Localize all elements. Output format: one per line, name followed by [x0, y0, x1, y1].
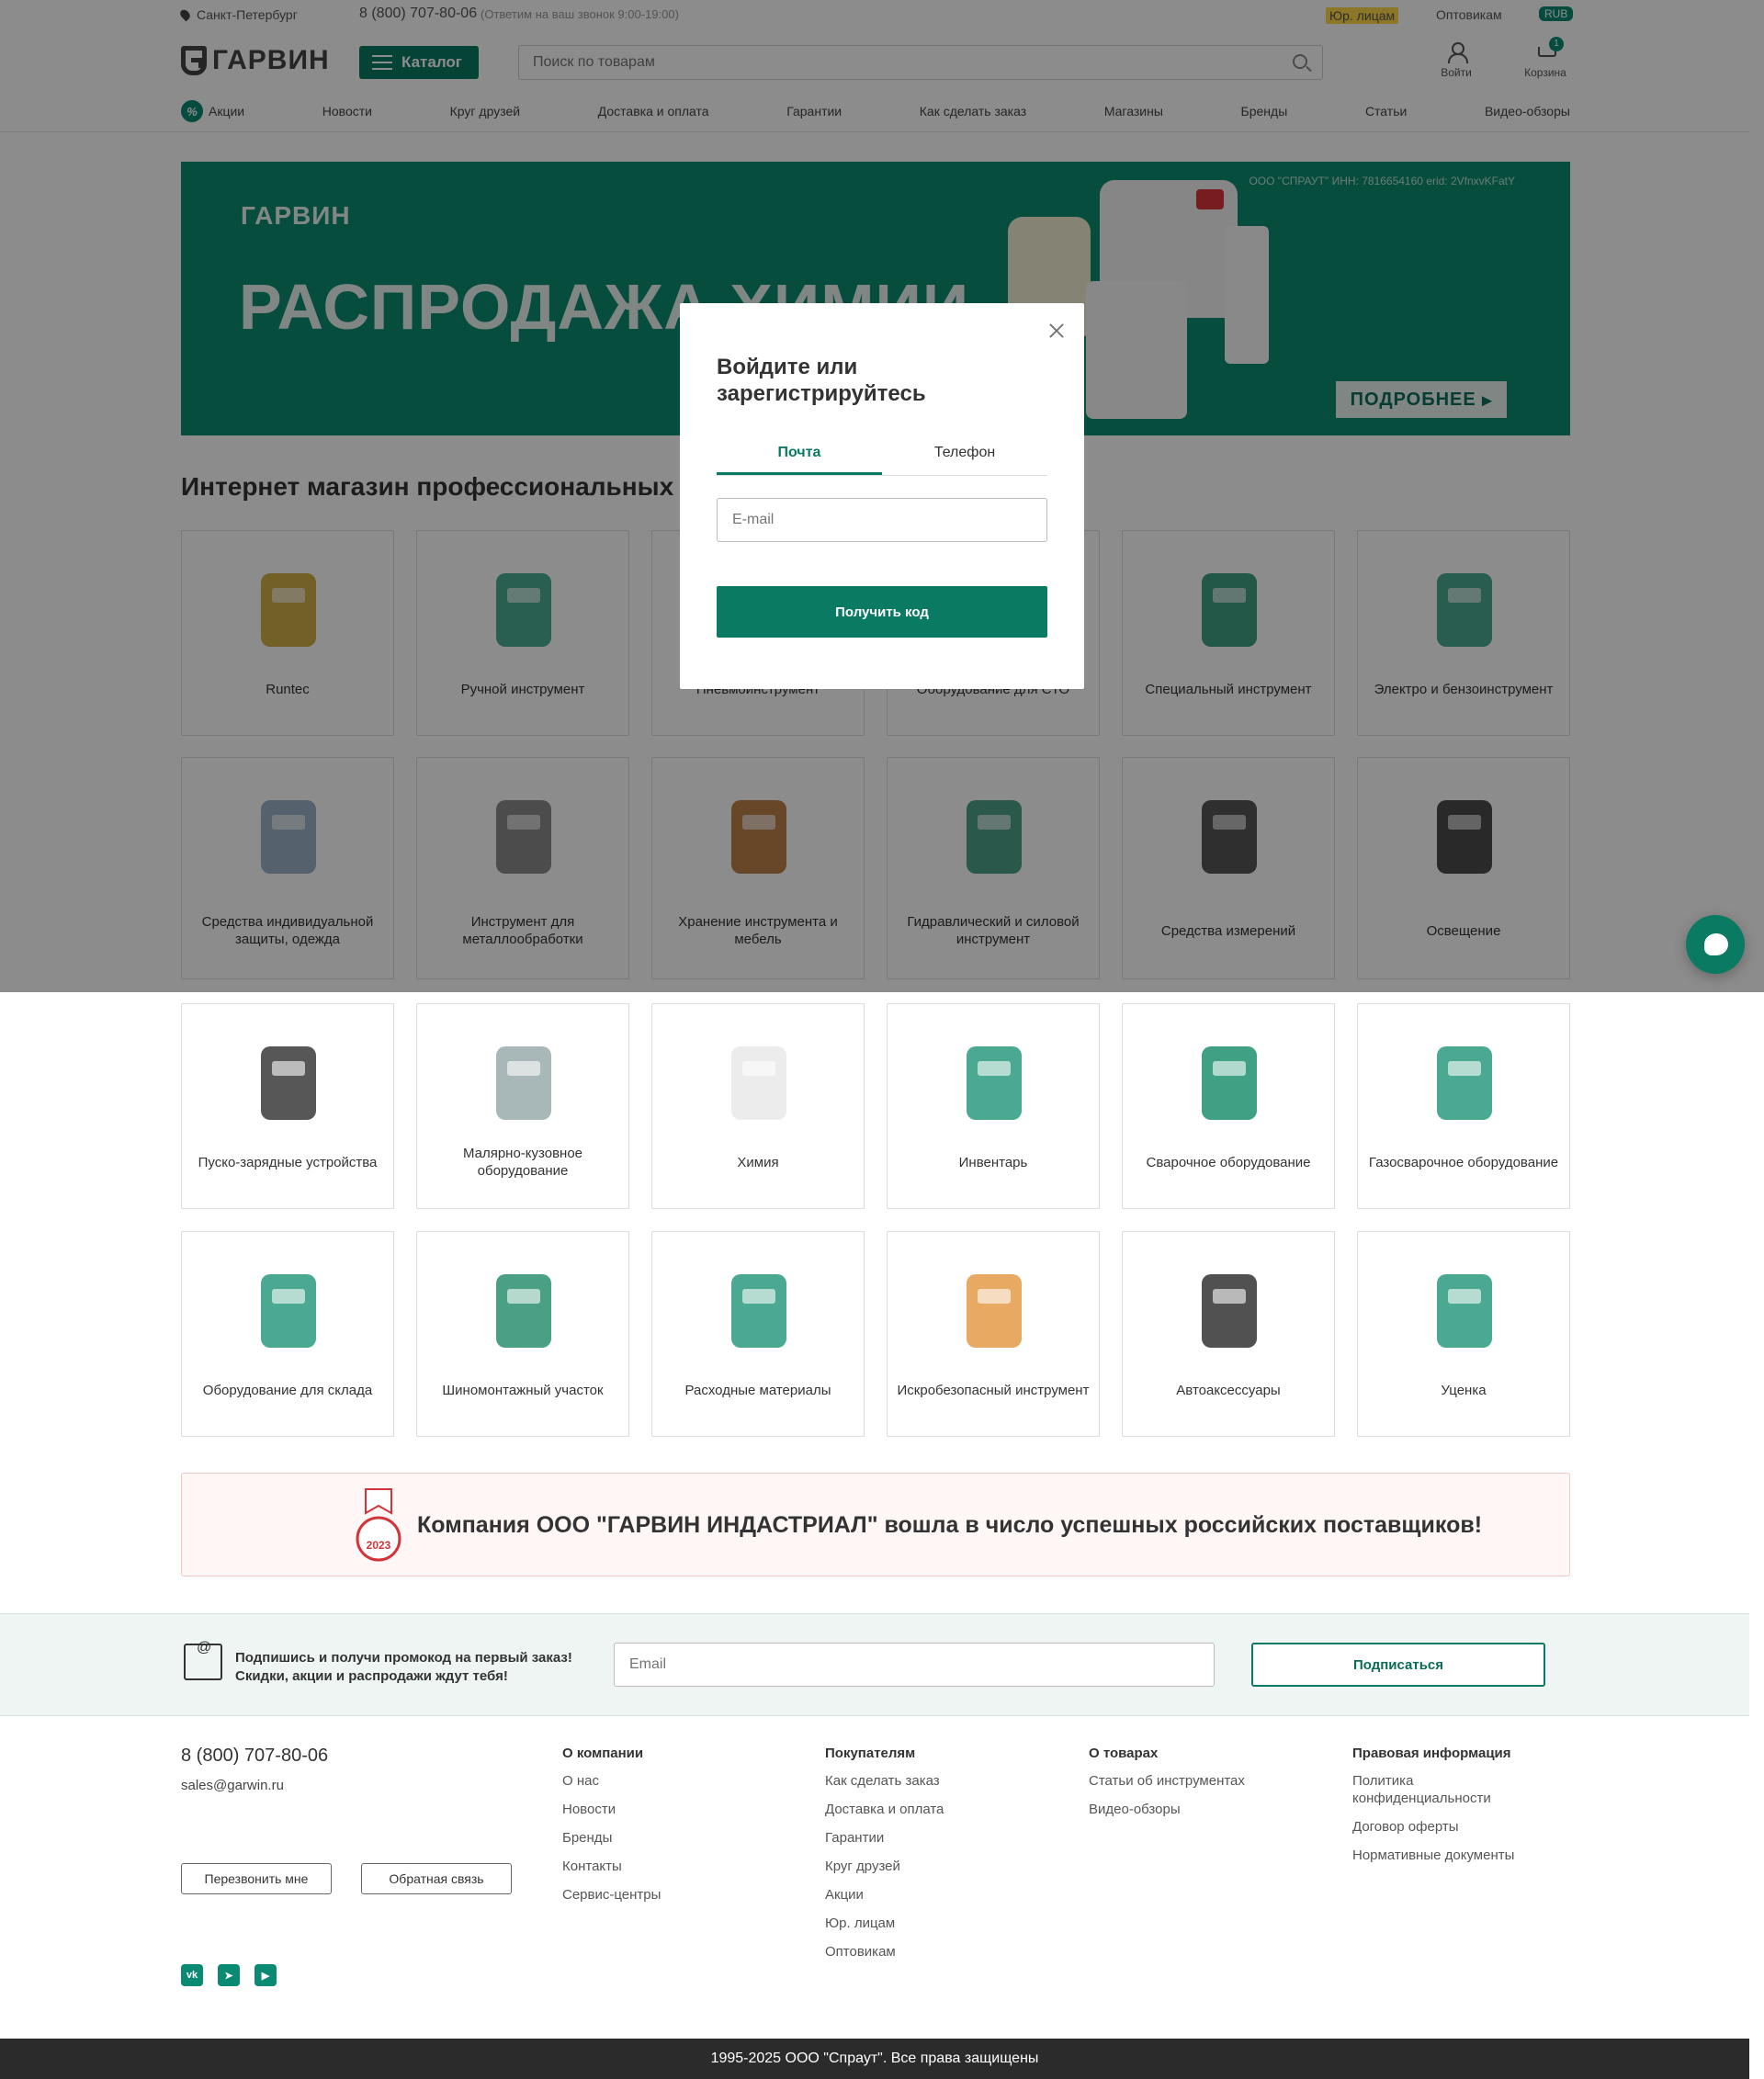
chemical-canister-icon	[704, 1028, 814, 1138]
spark-proof-wrench-icon	[939, 1256, 1049, 1366]
modal-title: Войдите или зарегистрируйтесь	[717, 355, 926, 406]
category-label: Автоаксессуары	[1176, 1382, 1281, 1398]
subscribe-section: Подпишись и получи промокод на первый за…	[0, 1613, 1749, 1716]
wheelbarrow-icon	[939, 1028, 1049, 1138]
chat-icon[interactable]	[1686, 915, 1745, 974]
telegram-icon[interactable]: ➤	[218, 1964, 240, 1986]
footer-link[interactable]: Оптовикам	[825, 1943, 1064, 1960]
site-footer: 8 (800) 707-80-06 sales@garwin.ru Перезв…	[0, 1716, 1749, 2039]
category-card[interactable]: Газосварочное оборудование	[1357, 1003, 1570, 1209]
award-banner: 2023 Компания ООО "ГАРВИН ИНДАСТРИАЛ" во…	[181, 1473, 1570, 1576]
tab-phone[interactable]: Телефон	[882, 439, 1047, 475]
footer-link[interactable]: О нас	[562, 1772, 801, 1790]
category-label: Уценка	[1441, 1382, 1487, 1398]
subscribe-button[interactable]: Подписаться	[1251, 1643, 1545, 1687]
footer-column-title: О компании	[562, 1746, 644, 1761]
footer-link[interactable]: Юр. лицам	[825, 1915, 1064, 1932]
login-modal: Войдите или зарегистрируйтесь Почта Теле…	[680, 303, 1084, 689]
feedback-button[interactable]: Обратная связь	[361, 1863, 512, 1894]
category-card[interactable]: Расходные материалы	[651, 1231, 865, 1437]
spray-gun-icon	[469, 1028, 579, 1138]
svg-text:2023: 2023	[367, 1539, 391, 1552]
category-label: Химия	[737, 1154, 779, 1170]
footer-link[interactable]: Видео-обзоры	[1089, 1801, 1328, 1818]
footer-column: О компании О нас Новости Бренды Контакты Серв…	[562, 1746, 801, 1915]
footer-column-title: Покупателям	[825, 1746, 916, 1761]
category-label: Пуско-зарядные устройства	[198, 1154, 378, 1170]
air-compressor-icon	[1174, 1256, 1284, 1366]
discount-box-icon	[1409, 1256, 1520, 1366]
copyright: 1995-2025 ООО "Спраут". Все права защище…	[0, 2039, 1749, 2079]
category-label: Оборудование для склада	[202, 1382, 373, 1398]
subscribe-email-input[interactable]	[614, 1643, 1215, 1687]
subscribe-text: Подпишись и получи промокод на первый за…	[235, 1650, 572, 1684]
footer-column: Правовая информация Политика конфиденциал…	[1352, 1746, 1555, 1875]
footer-phone[interactable]: 8 (800) 707-80-06	[181, 1746, 328, 1767]
category-card[interactable]: Малярно-кузовное оборудование	[416, 1003, 629, 1209]
footer-link[interactable]: Акции	[825, 1886, 1064, 1904]
category-card[interactable]: Шиномонтажный участок	[416, 1231, 629, 1437]
footer-link[interactable]: Как сделать заказ	[825, 1772, 1064, 1790]
footer-column: О товарах Статьи об инструментах Видео-обз…	[1089, 1746, 1328, 1829]
footer-email[interactable]: sales@garwin.ru	[181, 1778, 284, 1793]
vk-icon[interactable]: vk	[181, 1964, 203, 1986]
award-badge-icon: 2023	[356, 1488, 401, 1562]
category-label: Инвентарь	[958, 1154, 1028, 1170]
pallet-truck-icon	[233, 1256, 344, 1366]
footer-link[interactable]: Политика конфиденциальности	[1352, 1772, 1555, 1807]
get-code-button[interactable]: Получить код	[717, 586, 1047, 638]
category-card[interactable]: Уценка	[1357, 1231, 1570, 1437]
category-label: Искробезопасный инструмент	[897, 1382, 1090, 1398]
footer-link[interactable]: Контакты	[562, 1858, 801, 1875]
footer-column-title: Правовая информация	[1352, 1746, 1511, 1761]
footer-link[interactable]: Нормативные документы	[1352, 1847, 1555, 1864]
category-card[interactable]: Оборудование для склада	[181, 1231, 394, 1437]
login-tabs: Почта Телефон	[717, 439, 1047, 476]
mail-icon	[184, 1640, 222, 1680]
category-card[interactable]: Инвентарь	[887, 1003, 1100, 1209]
youtube-icon[interactable]: ▶	[254, 1964, 277, 1986]
category-label: Шиномонтажный участок	[442, 1382, 604, 1398]
footer-link[interactable]: Гарантии	[825, 1829, 1064, 1847]
footer-link[interactable]: Доставка и оплата	[825, 1801, 1064, 1818]
category-card[interactable]: Искробезопасный инструмент	[887, 1231, 1100, 1437]
category-label: Расходные материалы	[684, 1382, 831, 1398]
category-label: Сварочное оборудование	[1146, 1154, 1311, 1170]
category-card[interactable]: Пуско-зарядные устройства	[181, 1003, 394, 1209]
footer-link[interactable]: Сервис-центры	[562, 1886, 801, 1904]
close-icon[interactable]	[1047, 322, 1066, 340]
footer-link[interactable]: Новости	[562, 1801, 801, 1818]
welding-machine-icon	[1174, 1028, 1284, 1138]
footer-link[interactable]: Бренды	[562, 1829, 801, 1847]
category-card[interactable]: Химия	[651, 1003, 865, 1209]
jump-starter-icon	[233, 1028, 344, 1138]
footer-column: Покупателям Как сделать заказ Доставка и о…	[825, 1746, 1064, 1972]
footer-link[interactable]: Круг друзей	[825, 1858, 1064, 1875]
footer-column-title: О товарах	[1089, 1746, 1159, 1761]
tire-changer-icon	[469, 1256, 579, 1366]
callback-button[interactable]: Перезвонить мне	[181, 1863, 332, 1894]
category-label: Газосварочное оборудование	[1368, 1154, 1559, 1170]
email-field[interactable]	[717, 498, 1047, 542]
category-label: Малярно-кузовное оборудование	[462, 1146, 583, 1179]
award-text: Компания ООО "ГАРВИН ИНДАСТРИАЛ" вошла в…	[417, 1512, 1483, 1538]
tab-email[interactable]: Почта	[717, 439, 882, 475]
gas-welding-icon	[1409, 1028, 1520, 1138]
cutting-disc-icon	[704, 1256, 814, 1366]
category-card[interactable]: Автоаксессуары	[1122, 1231, 1335, 1437]
footer-link[interactable]: Статьи об инструментах	[1089, 1772, 1328, 1790]
footer-link[interactable]: Договор оферты	[1352, 1818, 1555, 1836]
category-card[interactable]: Сварочное оборудование	[1122, 1003, 1335, 1209]
